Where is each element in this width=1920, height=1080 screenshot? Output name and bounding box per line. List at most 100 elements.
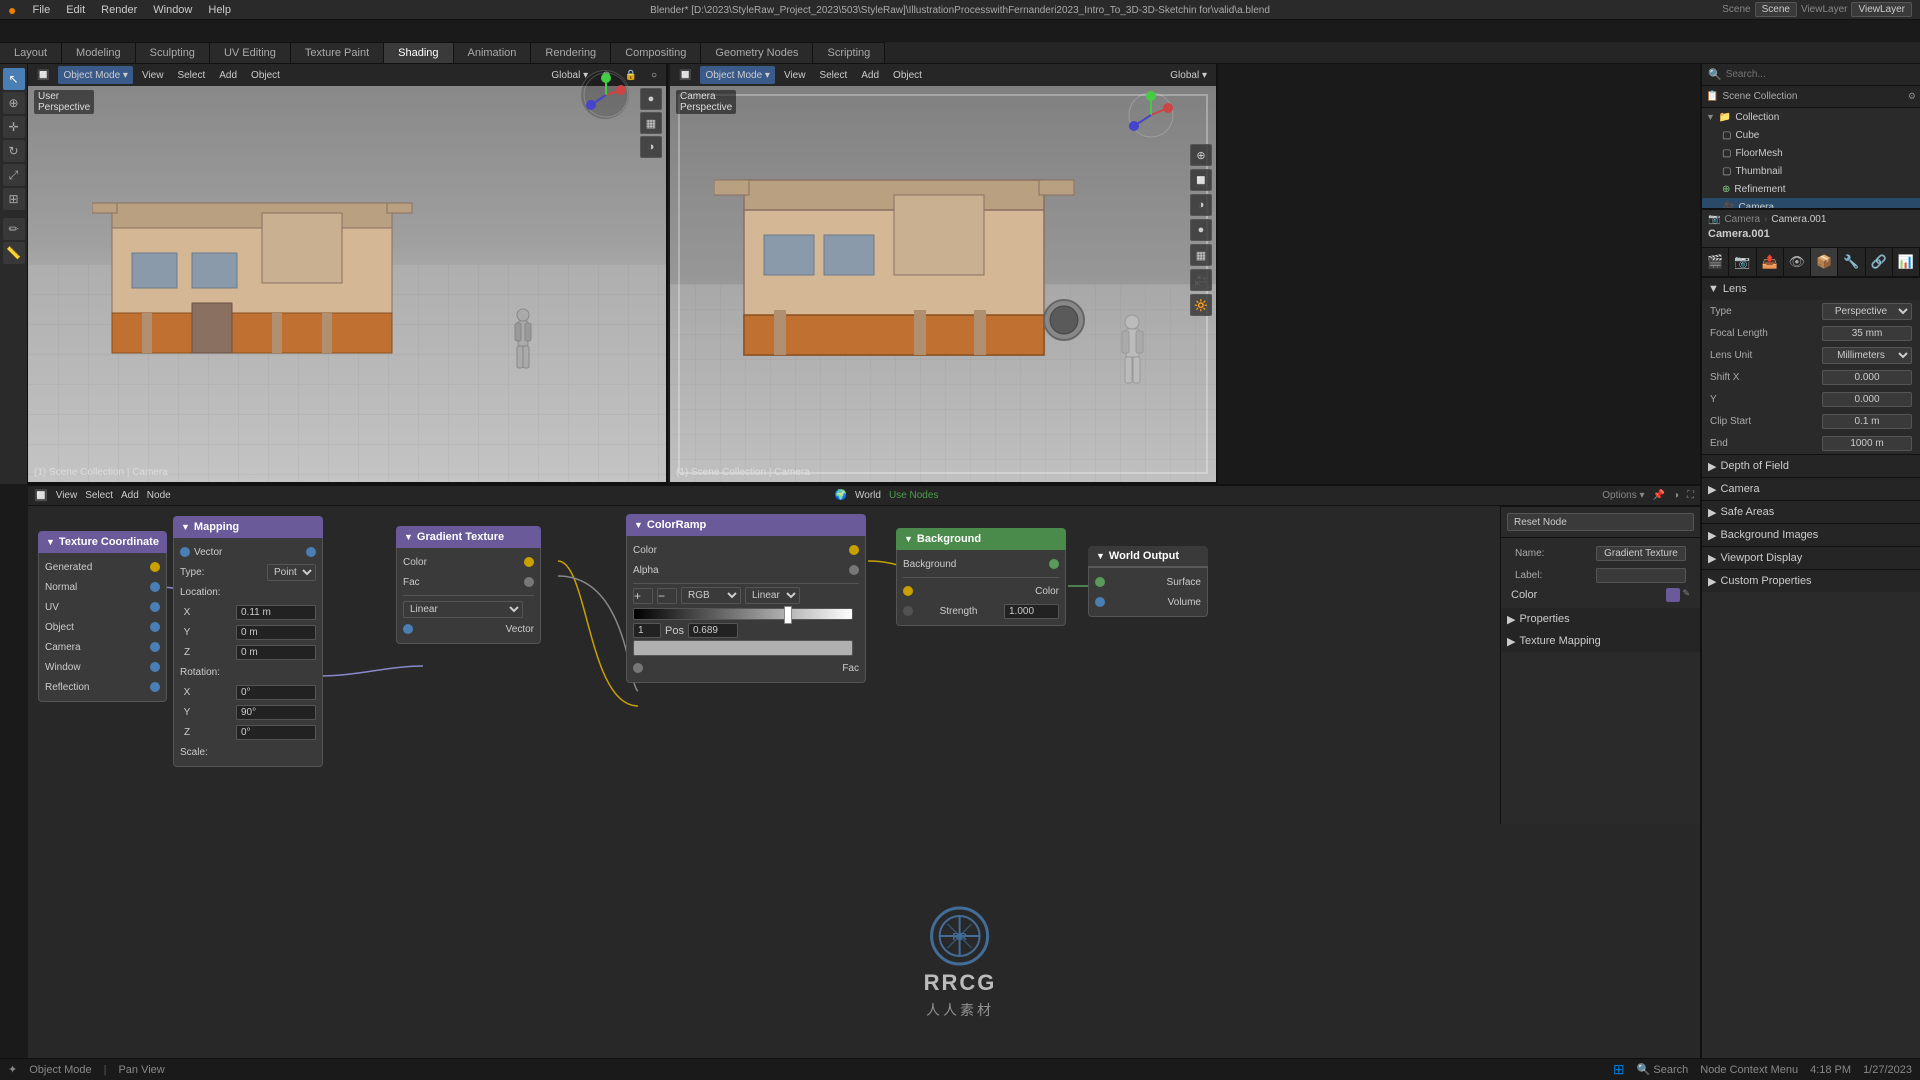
cam-tool-3[interactable]: ◑: [1190, 194, 1212, 216]
np-name-input[interactable]: [1596, 546, 1686, 561]
socket-mapping-vec-out[interactable]: [306, 547, 316, 557]
clip-end-input[interactable]: 1000 m: [1822, 436, 1912, 451]
vp-object-mode[interactable]: Object Mode ▾: [58, 66, 133, 84]
tree-camera[interactable]: 🎥 Camera: [1702, 198, 1920, 208]
menu-window[interactable]: Window: [145, 0, 200, 19]
tree-thumbnail[interactable]: ▢ Thumbnail: [1702, 162, 1920, 180]
cr-handle[interactable]: [784, 606, 792, 624]
node-background[interactable]: ▼ Background Background Color Strength 1…: [896, 528, 1066, 626]
tab-scripting[interactable]: Scripting: [813, 42, 885, 63]
tab-shading[interactable]: Shading: [384, 42, 453, 63]
shift-x-input[interactable]: 0.000: [1822, 370, 1912, 385]
vp-select-r[interactable]: Select: [814, 66, 852, 84]
socket-bg-strength-in[interactable]: [903, 606, 913, 616]
menu-edit[interactable]: Edit: [58, 0, 93, 19]
socket-gradient-color-out[interactable]: [524, 557, 534, 567]
np-color-edit[interactable]: ✎: [1682, 588, 1690, 602]
cam-tool-4[interactable]: ●: [1190, 219, 1212, 241]
cr-mode-select[interactable]: Linear: [745, 587, 800, 604]
prop-tab-output[interactable]: 📤: [1757, 248, 1784, 276]
tool-annotate[interactable]: ✏: [3, 218, 25, 240]
tab-layout[interactable]: Layout: [0, 42, 62, 63]
node-mapping-loc-y-input[interactable]: [236, 625, 316, 640]
np-color-swatch[interactable]: [1666, 588, 1680, 602]
tool-cursor[interactable]: ⊕: [3, 92, 25, 114]
ne-add-btn[interactable]: Add: [121, 490, 139, 501]
tool-scale[interactable]: ⤢: [3, 164, 25, 186]
socket-window-out[interactable]: [150, 662, 160, 672]
viewport-camera[interactable]: 🔲 Object Mode ▾ View Select Add Object G…: [670, 64, 1218, 484]
camera-sub-header[interactable]: ▶ Camera: [1702, 478, 1920, 500]
cr-add-stop[interactable]: +: [633, 588, 653, 604]
cr-color-preview[interactable]: [633, 640, 853, 656]
tool-measure[interactable]: 📏: [3, 242, 25, 264]
vp-overlay-wire[interactable]: ▦: [640, 112, 662, 134]
socket-mapping-vec-in[interactable]: [180, 547, 190, 557]
cr-interp-select[interactable]: RGB: [681, 587, 741, 604]
node-tex-coordinate[interactable]: ▼ Texture Coordinate Generated Normal UV…: [38, 531, 167, 702]
cam-tool-7[interactable]: 🔆: [1190, 294, 1212, 316]
vp-object-r[interactable]: Object: [888, 66, 927, 84]
safe-areas-header[interactable]: ▶ Safe Areas: [1702, 501, 1920, 523]
vp-select-menu[interactable]: Select: [172, 66, 210, 84]
nav-widget-right[interactable]: [1126, 90, 1176, 143]
menu-file[interactable]: File: [24, 0, 58, 19]
vp-global-r[interactable]: Global ▾: [1165, 66, 1212, 84]
cr-gradient-bar[interactable]: [633, 608, 853, 620]
socket-wo-surface-in[interactable]: [1095, 577, 1105, 587]
np-label-input[interactable]: [1596, 568, 1686, 583]
node-mapping-loc-z-input[interactable]: [236, 645, 316, 660]
socket-bg-color-in[interactable]: [903, 586, 913, 596]
prop-tab-constraints[interactable]: 🔗: [1866, 248, 1893, 276]
viewport-3d-left[interactable]: 🔲 Object Mode ▾ View Select Add Object G…: [28, 64, 668, 484]
node-editor-canvas[interactable]: ▼ Texture Coordinate Generated Normal UV…: [28, 506, 1700, 1058]
blender-logo[interactable]: ●: [8, 2, 16, 18]
tab-uv[interactable]: UV Editing: [210, 42, 291, 63]
cr-stop-index[interactable]: [633, 623, 661, 638]
tab-modeling[interactable]: Modeling: [62, 42, 136, 63]
tree-refinement[interactable]: ⊕ Refinement: [1702, 180, 1920, 198]
node-mapping-rot-z-input[interactable]: [236, 725, 316, 740]
prop-tab-view[interactable]: 👁: [1784, 248, 1811, 276]
socket-bg-out[interactable]: [1049, 559, 1059, 569]
tab-geometry-nodes[interactable]: Geometry Nodes: [701, 42, 813, 63]
bg-images-header[interactable]: ▶ Background Images: [1702, 524, 1920, 546]
ne-world-type[interactable]: 🌍: [835, 490, 847, 501]
node-mapping-rot-x-input[interactable]: [236, 685, 316, 700]
vp-editor-type[interactable]: 🔲: [32, 66, 54, 84]
prop-tab-render[interactable]: 📷: [1729, 248, 1756, 276]
socket-uv-out[interactable]: [150, 602, 160, 612]
node-mapping-type-select[interactable]: Point: [267, 564, 316, 581]
scene-selector[interactable]: Scene: [1755, 2, 1797, 17]
vp-object-menu[interactable]: Object: [246, 66, 285, 84]
cam-tool-6[interactable]: 🎥: [1190, 269, 1212, 291]
rpp-search-input[interactable]: [1726, 69, 1914, 80]
tree-floormesh[interactable]: ▢ FloorMesh: [1702, 144, 1920, 162]
dof-header[interactable]: ▶ Depth of Field: [1702, 455, 1920, 477]
np-texture-mapping-section[interactable]: ▶ Texture Mapping: [1501, 630, 1700, 652]
menu-help[interactable]: Help: [200, 0, 239, 19]
menu-render[interactable]: Render: [93, 0, 145, 19]
ne-select-btn[interactable]: Select: [85, 490, 113, 501]
ne-view-btn[interactable]: View: [56, 490, 78, 501]
taskbar-search[interactable]: 🔍 Search: [1637, 1063, 1689, 1076]
socket-generated-out[interactable]: [150, 562, 160, 572]
shift-y-input[interactable]: 0.000: [1822, 392, 1912, 407]
np-properties-section[interactable]: ▶ Properties: [1501, 608, 1700, 630]
socket-cr-fac-in[interactable]: [633, 663, 643, 673]
tab-sculpting[interactable]: Sculpting: [136, 42, 210, 63]
custom-props-header[interactable]: ▶ Custom Properties: [1702, 570, 1920, 592]
socket-cr-alpha-out[interactable]: [849, 565, 859, 575]
ne-editor-type[interactable]: 🔲: [34, 489, 48, 502]
vp-overlay-shading[interactable]: ●: [640, 88, 662, 110]
lens-header[interactable]: ▼ Lens: [1702, 278, 1920, 300]
prop-tab-data[interactable]: 📊: [1893, 248, 1920, 276]
cr-remove-stop[interactable]: −: [657, 588, 677, 604]
prop-tab-scene[interactable]: 🎬: [1702, 248, 1729, 276]
socket-wo-volume-in[interactable]: [1095, 597, 1105, 607]
tab-animation[interactable]: Animation: [454, 42, 532, 63]
socket-gradient-vec-in[interactable]: [403, 624, 413, 634]
vp-view-r[interactable]: View: [779, 66, 811, 84]
socket-cr-color-out[interactable]: [849, 545, 859, 555]
tool-transform[interactable]: ⊞: [3, 188, 25, 210]
